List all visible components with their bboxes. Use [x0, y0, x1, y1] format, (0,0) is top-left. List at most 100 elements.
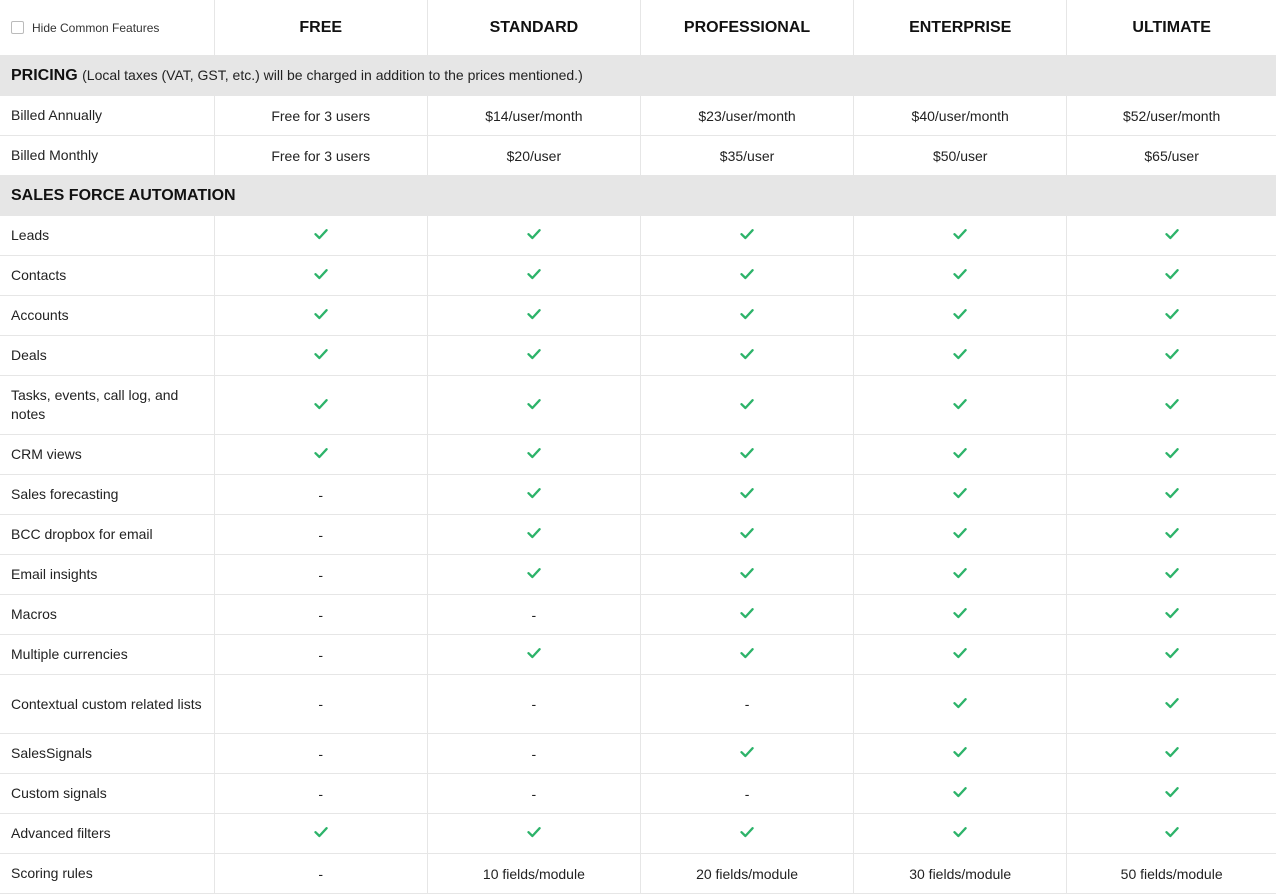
cell-professional — [640, 594, 855, 635]
cell-professional — [640, 255, 855, 296]
cell-enterprise — [853, 773, 1068, 814]
feature-label: Email insights — [0, 554, 215, 595]
cell-enterprise — [853, 255, 1068, 296]
cell-free: - — [214, 634, 428, 675]
check-icon — [314, 307, 328, 321]
check-icon — [1164, 745, 1179, 759]
cell-standard: - — [427, 773, 641, 814]
cell-ultimate: $52/user/month — [1066, 95, 1276, 136]
cell-standard — [427, 634, 641, 675]
check-icon — [1164, 486, 1179, 500]
cell-ultimate: 50 fields/module — [1066, 853, 1276, 894]
check-icon — [953, 446, 967, 460]
check-icon — [527, 397, 541, 411]
feature-label: Leads — [0, 215, 215, 256]
cell-standard: - — [427, 594, 641, 635]
feature-row-custom-signals: Custom signals - - - — [0, 773, 1276, 814]
cell-ultimate — [1066, 733, 1276, 774]
feature-label: Accounts — [0, 295, 215, 336]
check-icon — [1164, 785, 1179, 799]
check-icon — [740, 446, 754, 460]
cell-free: Free for 3 users — [214, 135, 428, 176]
cell-professional — [640, 434, 855, 475]
feature-label: BCC dropbox for email — [0, 514, 215, 555]
check-icon — [527, 307, 541, 321]
feature-label: Advanced filters — [0, 813, 215, 854]
sfa-section-title: SALES FORCE AUTOMATION — [11, 186, 236, 204]
cell-standard — [427, 335, 641, 376]
cell-professional: $23/user/month — [640, 95, 855, 136]
hide-common-checkbox[interactable] — [11, 21, 24, 35]
feature-row-multiple-currencies: Multiple currencies - — [0, 634, 1276, 675]
feature-row-leads: Leads — [0, 215, 1276, 256]
check-icon — [527, 825, 541, 839]
check-icon — [953, 646, 967, 660]
feature-label: Multiple currencies — [0, 634, 215, 675]
cell-free: - — [214, 853, 428, 894]
feature-row-bcc-dropbox-for-email: BCC dropbox for email - — [0, 514, 1276, 555]
pricing-section-title: PRICING — [11, 66, 78, 84]
check-icon — [1164, 825, 1179, 839]
cell-standard — [427, 375, 641, 435]
check-icon — [740, 745, 754, 759]
cell-enterprise — [853, 554, 1068, 595]
check-icon — [1164, 696, 1179, 710]
cell-ultimate — [1066, 335, 1276, 376]
feature-label: Custom signals — [0, 773, 215, 814]
cell-free — [214, 255, 428, 296]
cell-professional — [640, 733, 855, 774]
check-icon — [953, 307, 967, 321]
check-icon — [953, 267, 967, 281]
check-icon — [740, 397, 754, 411]
pricing-section-cell: PRICING (Local taxes (VAT, GST, etc.) wi… — [0, 55, 1276, 96]
feature-label: Billed Monthly — [0, 135, 215, 176]
hide-common-label[interactable]: Hide Common Features — [32, 21, 159, 35]
plan-header-row: Hide Common Features FREE STANDARD PROFE… — [0, 0, 1276, 56]
cell-free: - — [214, 554, 428, 595]
check-icon — [1164, 646, 1179, 660]
check-icon — [527, 267, 541, 281]
cell-free: - — [214, 594, 428, 635]
cell-ultimate — [1066, 674, 1276, 734]
cell-enterprise — [853, 295, 1068, 336]
pricing-tax-note: (Local taxes (VAT, GST, etc.) will be ch… — [82, 66, 583, 83]
cell-professional — [640, 514, 855, 555]
check-icon — [953, 696, 967, 710]
cell-standard — [427, 813, 641, 854]
feature-label: Sales forecasting — [0, 474, 215, 515]
pricing-section-header: PRICING (Local taxes (VAT, GST, etc.) wi… — [0, 55, 1276, 96]
cell-standard — [427, 295, 641, 336]
check-icon — [1164, 446, 1179, 460]
check-icon — [740, 526, 754, 540]
cell-ultimate — [1066, 594, 1276, 635]
check-icon — [740, 267, 754, 281]
plan-header-ultimate: ULTIMATE — [1066, 0, 1276, 56]
check-icon — [314, 267, 328, 281]
check-icon — [953, 526, 967, 540]
cell-ultimate — [1066, 634, 1276, 675]
cell-free — [214, 335, 428, 376]
cell-enterprise — [853, 634, 1068, 675]
feature-row-contacts: Contacts — [0, 255, 1276, 296]
cell-ultimate — [1066, 773, 1276, 814]
check-icon — [527, 486, 541, 500]
cell-enterprise — [853, 733, 1068, 774]
check-icon — [1164, 347, 1179, 361]
check-icon — [740, 606, 754, 620]
feature-row-accounts: Accounts — [0, 295, 1276, 336]
check-icon — [953, 566, 967, 580]
feature-label: Macros — [0, 594, 215, 635]
cell-free: - — [214, 773, 428, 814]
cell-enterprise: $50/user — [853, 135, 1068, 176]
cell-enterprise — [853, 514, 1068, 555]
plan-header-free: FREE — [214, 0, 428, 56]
cell-professional — [640, 813, 855, 854]
feature-label: CRM views — [0, 434, 215, 475]
cell-enterprise: $40/user/month — [853, 95, 1068, 136]
check-icon — [953, 745, 967, 759]
check-icon — [1164, 606, 1179, 620]
pricing-comparison-table: Hide Common Features FREE STANDARD PROFE… — [0, 0, 1276, 894]
feature-row-email-insights: Email insights - — [0, 554, 1276, 595]
cell-ultimate — [1066, 255, 1276, 296]
check-icon — [527, 526, 541, 540]
